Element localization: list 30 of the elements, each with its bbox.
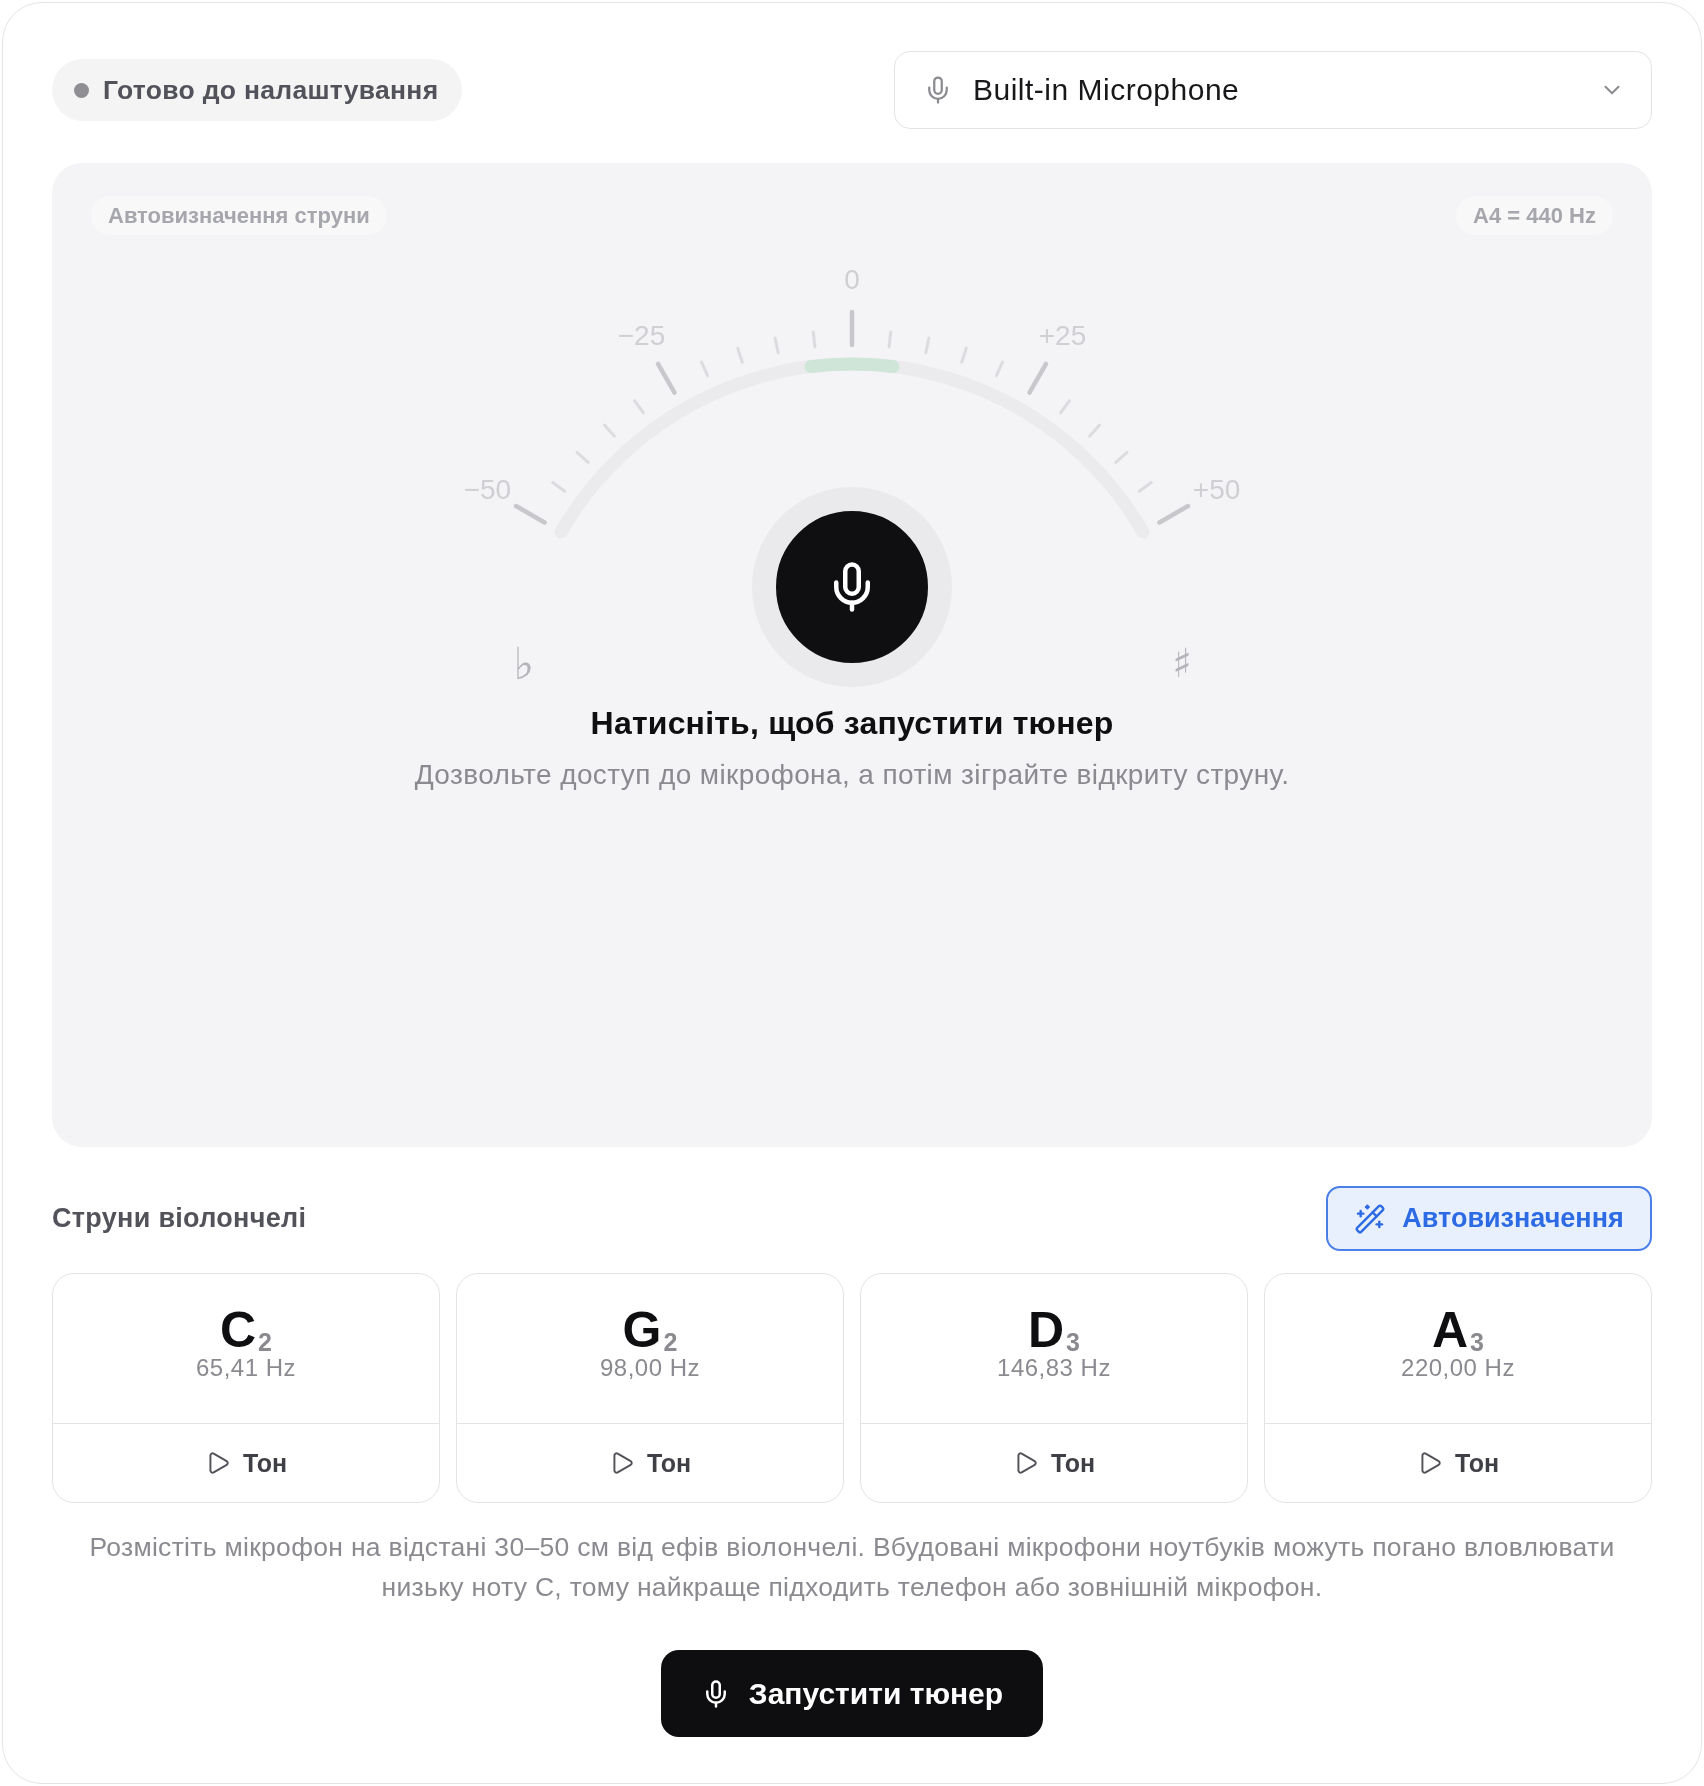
- magic-wand-icon: [1354, 1202, 1387, 1235]
- note-name: G: [622, 1305, 662, 1355]
- reference-pitch-chip: A4 = 440 Hz: [1456, 196, 1613, 235]
- microphone-select[interactable]: Built-in Microphone: [894, 51, 1652, 129]
- note-name: D: [1028, 1305, 1065, 1355]
- strings-title: Струни віолончелі: [52, 1203, 307, 1234]
- octave-number: 3: [1066, 1330, 1080, 1355]
- octave-number: 3: [1470, 1330, 1484, 1355]
- status-text: Готово до налаштування: [103, 74, 439, 106]
- flat-sign: ♭: [513, 637, 535, 689]
- frequency-label: 220,00 Hz: [1401, 1355, 1515, 1381]
- sharp-sign: ♯: [1172, 640, 1192, 686]
- hint-text: Розмістіть мікрофон на відстані 30–50 см від ефів віолончелі. Вбудовані мікрофони ноутбуків можуть погано вловлювати низьку ноту C, тому найкраще підходить телефон або зовнішній мікрофон.: [88, 1531, 1616, 1604]
- tone-button[interactable]: Тон: [457, 1424, 843, 1502]
- note-name: C: [220, 1305, 257, 1355]
- note-name: A: [1432, 1305, 1469, 1355]
- prompt-text: Дозвольте доступ до мікрофона, а потім зіграйте відкриту струну.: [413, 758, 1291, 792]
- auto-detect-button[interactable]: Автовизначення: [1326, 1186, 1652, 1251]
- octave-number: 2: [663, 1330, 678, 1355]
- status-dot-icon: [74, 82, 89, 98]
- tone-button[interactable]: Тон: [861, 1424, 1247, 1502]
- start-tuner-button[interactable]: Запустити тюнер: [661, 1650, 1043, 1737]
- frequency-label: 65,41 Hz: [195, 1355, 297, 1381]
- tone-button[interactable]: Тон: [53, 1424, 439, 1502]
- octave-number: 2: [258, 1330, 272, 1355]
- prompt-title: Натисніть, щоб запустити тюнер: [589, 704, 1115, 743]
- frequency-label: 98,00 Hz: [599, 1355, 701, 1381]
- tone-button[interactable]: Тон: [1265, 1424, 1651, 1502]
- frequency-label: 146,83 Hz: [997, 1355, 1111, 1381]
- mode-chip: Автовизначення струни: [91, 196, 387, 235]
